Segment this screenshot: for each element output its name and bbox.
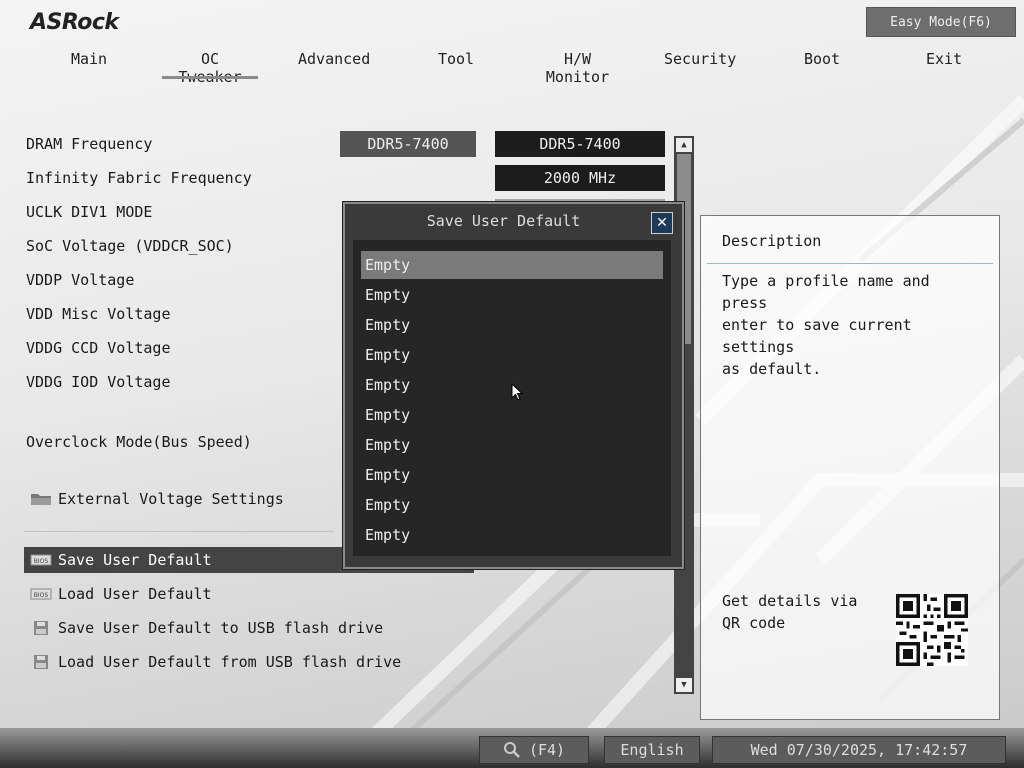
mouse-cursor-icon <box>511 383 523 401</box>
profile-slot[interactable]: Empty <box>361 281 663 309</box>
profile-slot[interactable]: Empty <box>361 431 663 459</box>
save-user-default-usb[interactable]: Save User Default to USB flash drive <box>24 615 383 641</box>
bios-chip-icon: BIOS <box>30 554 52 566</box>
dram-frequency-dropdown[interactable]: DDR5-7400 <box>495 131 665 157</box>
dram-current-value: DDR5-7400 <box>340 131 476 157</box>
profile-slot[interactable]: Empty <box>361 461 663 489</box>
language-button[interactable]: English <box>604 736 700 764</box>
profile-slot[interactable]: Empty <box>361 491 663 519</box>
setting-vddp-voltage[interactable]: VDDP Voltage <box>26 271 134 289</box>
setting-vddg-iod-voltage[interactable]: VDDG IOD Voltage <box>26 373 171 391</box>
datetime-display: Wed 07/30/2025, 17:42:57 <box>712 736 1006 764</box>
divider <box>24 531 334 532</box>
external-voltage-label: External Voltage Settings <box>58 490 284 508</box>
profile-slot[interactable]: Empty <box>361 401 663 429</box>
setting-overclock-mode[interactable]: Overclock Mode(Bus Speed) <box>26 433 252 451</box>
svg-text:BIOS: BIOS <box>34 592 49 599</box>
close-icon[interactable]: ✕ <box>651 212 673 234</box>
search-button[interactable]: (F4) <box>479 736 589 764</box>
asrock-logo: ASRock <box>30 10 119 35</box>
tab-tool[interactable]: Tool <box>436 50 476 72</box>
external-voltage-settings[interactable]: External Voltage Settings <box>24 486 284 512</box>
load-user-default-usb[interactable]: Load User Default from USB flash drive <box>24 649 401 675</box>
setting-soc-voltage[interactable]: SoC Voltage (VDDCR_SOC) <box>26 237 234 255</box>
folder-icon <box>31 494 51 505</box>
easy-mode-button[interactable]: Easy Mode(F6) <box>866 7 1016 37</box>
search-icon <box>503 742 520 758</box>
tab-exit[interactable]: Exit <box>924 50 964 72</box>
setting-infinity-fabric-frequency[interactable]: Infinity Fabric Frequency <box>26 169 252 187</box>
floppy-icon <box>34 655 48 669</box>
tab-main[interactable]: Main <box>64 50 114 72</box>
qr-caption: Get details via QR code <box>722 592 858 632</box>
qr-code-icon <box>896 594 968 666</box>
tab-security[interactable]: Security <box>664 50 736 72</box>
save-user-default-usb-label: Save User Default to USB flash drive <box>58 619 384 637</box>
scroll-down-icon[interactable]: ▼ <box>676 678 692 692</box>
profile-slot[interactable]: Empty <box>361 251 663 279</box>
setting-vdd-misc-voltage[interactable]: VDD Misc Voltage <box>26 305 171 323</box>
load-user-default-usb-label: Load User Default from USB flash drive <box>58 653 402 671</box>
load-user-default-label: Load User Default <box>58 585 212 603</box>
svg-text:BIOS: BIOS <box>34 558 49 565</box>
setting-dram-frequency[interactable]: DRAM Frequency <box>26 135 152 153</box>
dialog-title: Save User Default <box>426 212 581 230</box>
setting-uclk-div1-mode[interactable]: UCLK DIV1 MODE <box>26 203 152 221</box>
tab-oc-tweaker[interactable]: OC Tweaker <box>162 50 258 86</box>
profile-slot[interactable]: Empty <box>361 521 663 549</box>
setting-vddg-ccd-voltage[interactable]: VDDG CCD Voltage <box>26 339 171 357</box>
description-title: Description <box>722 232 822 250</box>
description-panel: Description Type a profile name and pres… <box>700 215 1000 720</box>
load-user-default[interactable]: BIOS Load User Default <box>24 581 212 607</box>
description-text: Type a profile name and press enter to s… <box>722 272 930 378</box>
bios-chip-icon: BIOS <box>30 588 52 600</box>
tab-boot[interactable]: Boot <box>802 50 842 72</box>
profile-slot[interactable]: Empty <box>361 341 663 369</box>
description-divider <box>707 263 993 264</box>
tab-advanced[interactable]: Advanced <box>298 50 370 72</box>
tab-hw-monitor[interactable]: H/W Monitor <box>530 50 625 86</box>
floppy-icon <box>34 621 48 635</box>
profile-slot[interactable]: Empty <box>361 311 663 339</box>
infinity-fabric-dropdown[interactable]: 2000 MHz <box>495 165 665 191</box>
scroll-up-icon[interactable]: ▲ <box>676 138 692 152</box>
search-shortcut: (F4) <box>528 741 566 759</box>
save-user-default-label: Save User Default <box>58 551 212 569</box>
